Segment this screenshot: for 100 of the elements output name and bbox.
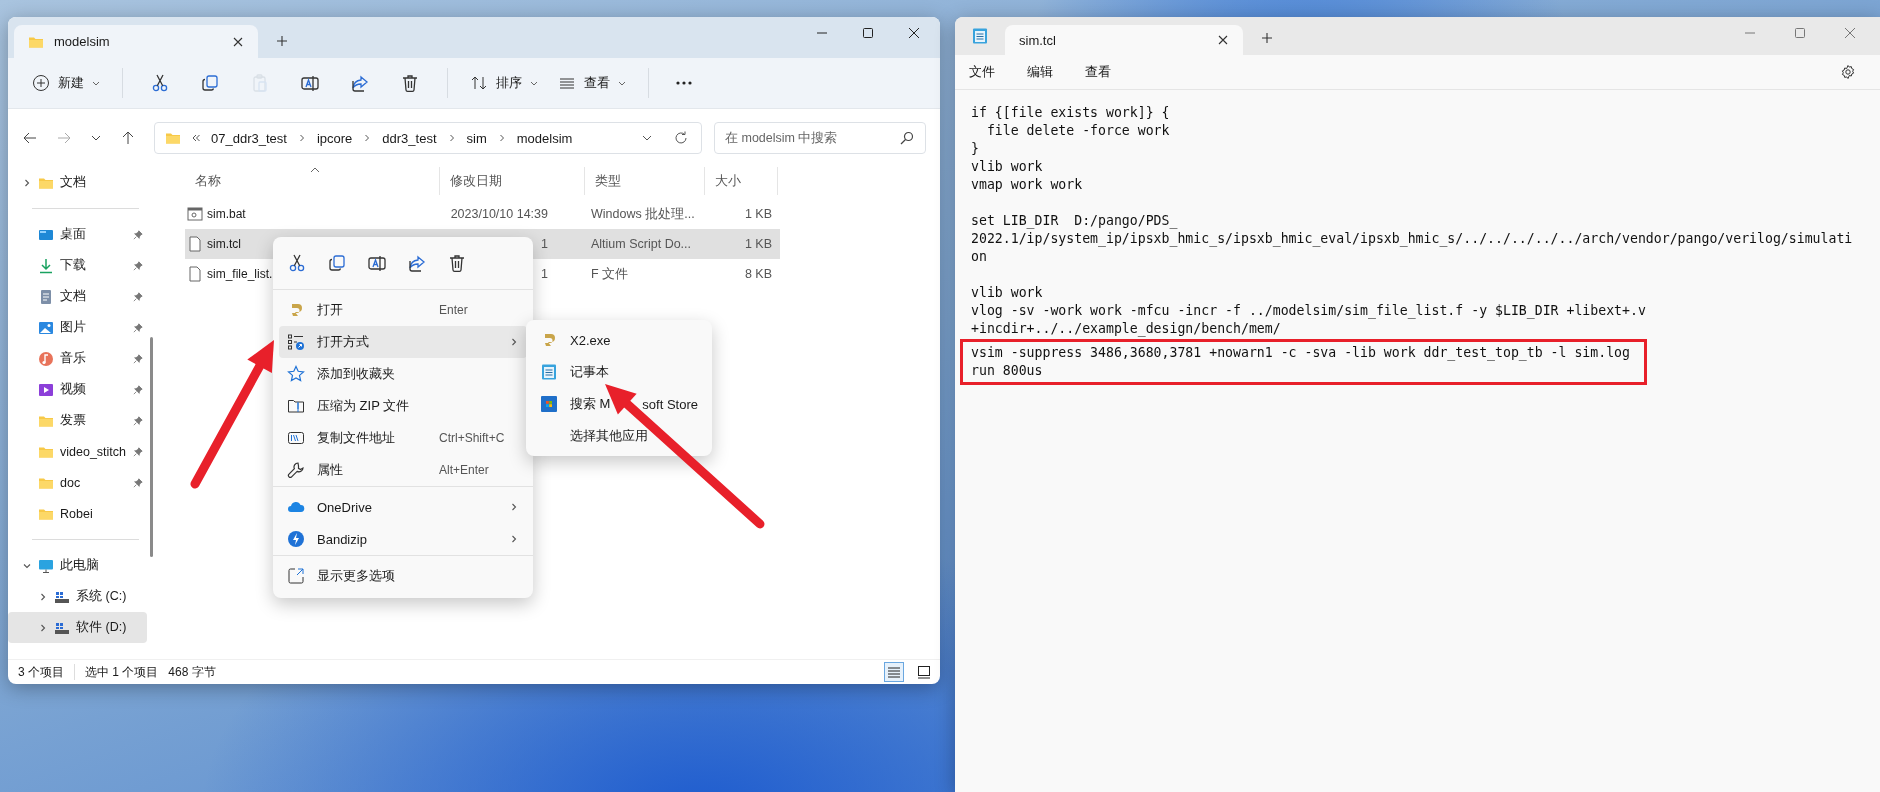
caret-icon <box>530 80 538 86</box>
menu-item[interactable]: 查看 <box>1085 63 1111 81</box>
sidebar-item[interactable]: 图片 <box>8 312 147 343</box>
sidebar-item[interactable]: 软件 (D:) <box>8 612 147 643</box>
tab-title: modelsim <box>54 34 111 49</box>
scissors-icon[interactable] <box>287 253 307 273</box>
settings-icon[interactable] <box>1840 64 1856 80</box>
file-date: 1 <box>541 267 548 281</box>
caret-icon <box>92 80 100 86</box>
copy-icon[interactable] <box>200 73 220 93</box>
wrench-icon <box>287 461 305 479</box>
sidebar-item[interactable]: Robei <box>8 498 147 529</box>
menu-item[interactable]: 打开 Enter <box>279 294 527 326</box>
close-icon[interactable] <box>908 27 920 39</box>
sort-ascending-icon <box>310 167 320 173</box>
sort-button[interactable]: 排序 <box>462 68 546 98</box>
file-name: sim_file_list. <box>207 267 273 281</box>
breadcrumb[interactable]: sim <box>466 130 487 146</box>
rename-icon[interactable] <box>367 253 387 273</box>
sidebar-item[interactable]: 此电脑 <box>8 550 147 581</box>
sidebar-item[interactable]: 文档 <box>8 281 147 312</box>
share-icon[interactable] <box>350 73 370 93</box>
menu-item[interactable]: 压缩为 ZIP 文件 <box>279 390 527 422</box>
chevron-right-icon <box>509 502 519 512</box>
menu-item[interactable]: 编辑 <box>1027 63 1053 81</box>
menu-item[interactable]: 记事本 <box>532 356 706 388</box>
maximize-icon[interactable] <box>862 27 874 39</box>
menu-item[interactable]: 复制文件地址 Ctrl+Shift+C <box>279 422 527 454</box>
menu-item[interactable]: X2.exe <box>532 324 706 356</box>
menu-item[interactable]: 文件 <box>969 63 995 81</box>
bolt-icon <box>287 530 305 548</box>
column-header[interactable]: 类型 <box>585 167 705 195</box>
sidebar-item[interactable]: 发票 <box>8 405 147 436</box>
menu-item[interactable]: 打开方式 <box>279 326 527 358</box>
add-tab-icon[interactable] <box>1261 32 1273 44</box>
details-view-button[interactable] <box>884 662 904 682</box>
tab-title: sim.tcl <box>1019 32 1057 48</box>
caret-icon <box>618 80 626 86</box>
file-size: 1 KB <box>744 237 772 251</box>
sidebar-item[interactable]: 文档 <box>8 167 147 198</box>
search-field[interactable]: 在 modelsim 中搜索 <box>714 122 926 154</box>
breadcrumb[interactable]: ddr3_test <box>382 130 437 146</box>
code-line: vlog -sv -work work -mfcu -incr -f ../modelsim/sim_file_list.f -y $LIB_DIR +libext+.v <box>971 302 1647 320</box>
file-date: 1 <box>541 237 548 251</box>
file-type: Windows 批处理... <box>591 206 695 221</box>
add-tab-icon[interactable] <box>276 35 288 47</box>
view-button[interactable]: 查看 <box>550 68 634 98</box>
sidebar-item[interactable]: 音乐 <box>8 343 147 374</box>
trash-icon[interactable] <box>447 253 467 273</box>
sidebar-item[interactable]: doc <box>8 467 147 498</box>
breadcrumb[interactable]: ipcore <box>316 130 353 146</box>
star-icon <box>287 365 305 383</box>
menu-item[interactable]: 添加到收藏夹 <box>279 358 527 390</box>
menu-item[interactable]: 显示更多选项 <box>279 560 527 592</box>
share-icon[interactable] <box>407 253 427 273</box>
chevron-right-icon[interactable] <box>22 177 32 188</box>
new-button[interactable]: 新建 <box>24 68 108 98</box>
file-row[interactable]: sim_file_list. 1 F 文件 8 KB <box>185 259 780 289</box>
column-header[interactable]: 名称 <box>185 167 440 195</box>
breadcrumb[interactable]: modelsim <box>516 130 573 146</box>
sidebar-item[interactable]: 桌面 <box>8 219 147 250</box>
picture-icon <box>38 319 54 336</box>
scissors-icon[interactable] <box>150 73 170 93</box>
pin-icon <box>133 229 143 240</box>
file-tab[interactable]: sim.tcl <box>1005 25 1243 55</box>
menu-item[interactable]: Bandizip <box>279 523 527 555</box>
menu-item[interactable]: 搜索 M soft Store <box>532 388 706 420</box>
pin-icon <box>133 291 143 302</box>
sidebar-item[interactable]: 系统 (C:) <box>8 581 147 612</box>
close-icon[interactable] <box>1217 34 1229 46</box>
menu-item[interactable]: 选择其他应用 <box>532 420 706 452</box>
chevron-right-icon[interactable] <box>38 622 48 633</box>
column-header[interactable]: 大小 <box>705 167 778 195</box>
folder-tab[interactable]: modelsim <box>14 25 258 58</box>
search-icon <box>900 131 914 145</box>
column-header[interactable]: 修改日期 <box>440 167 585 195</box>
menu-item-label: 搜索 M <box>570 395 611 413</box>
back-icon[interactable] <box>22 130 38 146</box>
breadcrumb[interactable]: 07_ddr3_test <box>211 130 287 146</box>
open-with-icon <box>287 333 305 351</box>
up-icon[interactable] <box>120 130 136 146</box>
address-bar[interactable]: 07_ddr3_test ipcore ddr3_test sim modelsim <box>154 122 702 154</box>
refresh-icon[interactable] <box>673 130 689 146</box>
expand-icon <box>287 567 305 585</box>
selection-size: 468 字节 <box>168 663 216 681</box>
menu-item[interactable]: 属性 Alt+Enter <box>279 454 527 486</box>
more-icon[interactable] <box>675 80 693 86</box>
pin-icon <box>133 477 143 488</box>
sidebar-item[interactable]: video_stitch <box>8 436 147 467</box>
batch-file-icon <box>187 206 203 222</box>
scrollbar[interactable] <box>150 337 153 557</box>
sidebar-item[interactable]: 视频 <box>8 374 147 405</box>
chevron-right-icon[interactable] <box>38 591 48 602</box>
sidebar-item[interactable]: 下载 <box>8 250 147 281</box>
file-row[interactable]: sim.bat 2023/10/10 14:39 Windows 批处理... 1 KB <box>185 199 780 229</box>
copy-icon[interactable] <box>327 253 347 273</box>
close-icon[interactable] <box>232 35 244 48</box>
menu-item[interactable]: OneDrive <box>279 491 527 523</box>
trash-icon[interactable] <box>400 73 420 93</box>
rename-icon[interactable] <box>300 73 320 93</box>
